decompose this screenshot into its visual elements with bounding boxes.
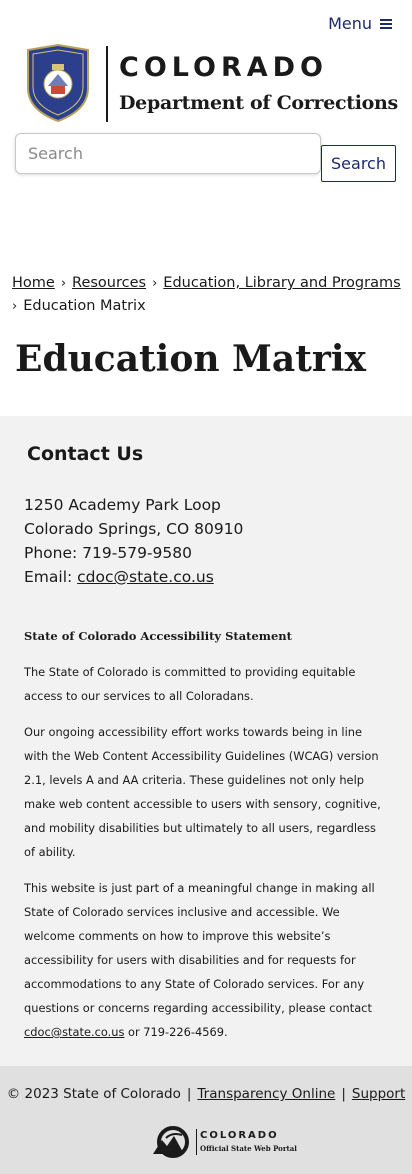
breadcrumb-separator: ›	[152, 276, 158, 291]
colorado-portal-logo[interactable]: COLORADO Official State Web Portal	[152, 1126, 297, 1158]
logo-subtitle: Department of Corrections	[119, 92, 398, 114]
contact-details: 1250 Academy Park Loop Colorado Springs,…	[24, 493, 243, 589]
breadcrumb-current: Education Matrix	[23, 298, 146, 314]
accessibility-statement: State of Colorado Accessibility Statemen…	[24, 624, 386, 1056]
portal-name: COLORADO	[200, 1130, 279, 1141]
logo-title: COLORADO	[119, 52, 329, 83]
search-button[interactable]: Search	[321, 145, 396, 182]
portal-divider	[196, 1129, 197, 1155]
accessibility-paragraph-1: The State of Colorado is committed to pr…	[24, 665, 356, 703]
menu-button[interactable]: Menu	[328, 14, 392, 33]
accessibility-heading: State of Colorado Accessibility Statemen…	[24, 629, 292, 643]
hamburger-menu-icon	[380, 18, 392, 29]
menu-label: Menu	[328, 14, 372, 33]
colorado-portal-mark	[153, 1126, 189, 1158]
footer-transparency-link[interactable]: Transparency Online	[197, 1086, 335, 1102]
accessibility-paragraph-2: Our ongoing accessibility effort works t…	[24, 725, 381, 859]
site-logo[interactable]: COLORADO Department of Corrections	[24, 44, 398, 124]
accessibility-p3-text: This website is just part of a meaningfu…	[24, 881, 375, 1015]
footer-pipe: |	[341, 1086, 346, 1102]
accessibility-p3-suffix: or 719-226-4569.	[124, 1025, 228, 1039]
breadcrumb-home[interactable]: Home	[12, 275, 55, 291]
breadcrumb-resources[interactable]: Resources	[72, 275, 146, 291]
logo-divider	[106, 46, 108, 122]
breadcrumb-separator: ›	[60, 276, 67, 291]
accessibility-paragraph-3: This website is just part of a meaningfu…	[24, 876, 386, 1044]
footer-support-link[interactable]: Support	[352, 1086, 405, 1102]
footer-links: © 2023 State of Colorado | Transparency On…	[0, 1086, 412, 1102]
breadcrumb-separator: ›	[12, 299, 18, 314]
portal-subtitle: Official State Web Portal	[200, 1144, 297, 1153]
colorado-doc-seal	[27, 44, 89, 122]
contact-address-line2: Colorado Springs, CO 80910	[24, 520, 244, 538]
contact-email-row: Email: cdoc@state.co.us	[24, 565, 243, 589]
breadcrumb: Home › Resources › Education, Library and Pr…	[12, 272, 402, 318]
footer-copyright: © 2023 State of Colorado	[6, 1086, 181, 1102]
page-title: Education Matrix	[15, 338, 366, 380]
contact-address-line1: 1250 Academy Park Loop	[24, 496, 221, 514]
footer-pipe: |	[186, 1086, 192, 1102]
contact-phone: Phone: 719-579-9580	[24, 544, 192, 562]
contact-email-link[interactable]: cdoc@state.co.us	[77, 568, 214, 586]
contact-title: Contact Us	[27, 443, 144, 465]
accessibility-email-link[interactable]: cdoc@state.co.us	[24, 1025, 124, 1039]
breadcrumb-education-library-programs[interactable]: Education, Library and Programs	[163, 275, 400, 291]
contact-email-label: Email:	[24, 568, 78, 586]
search-input[interactable]	[15, 133, 321, 174]
